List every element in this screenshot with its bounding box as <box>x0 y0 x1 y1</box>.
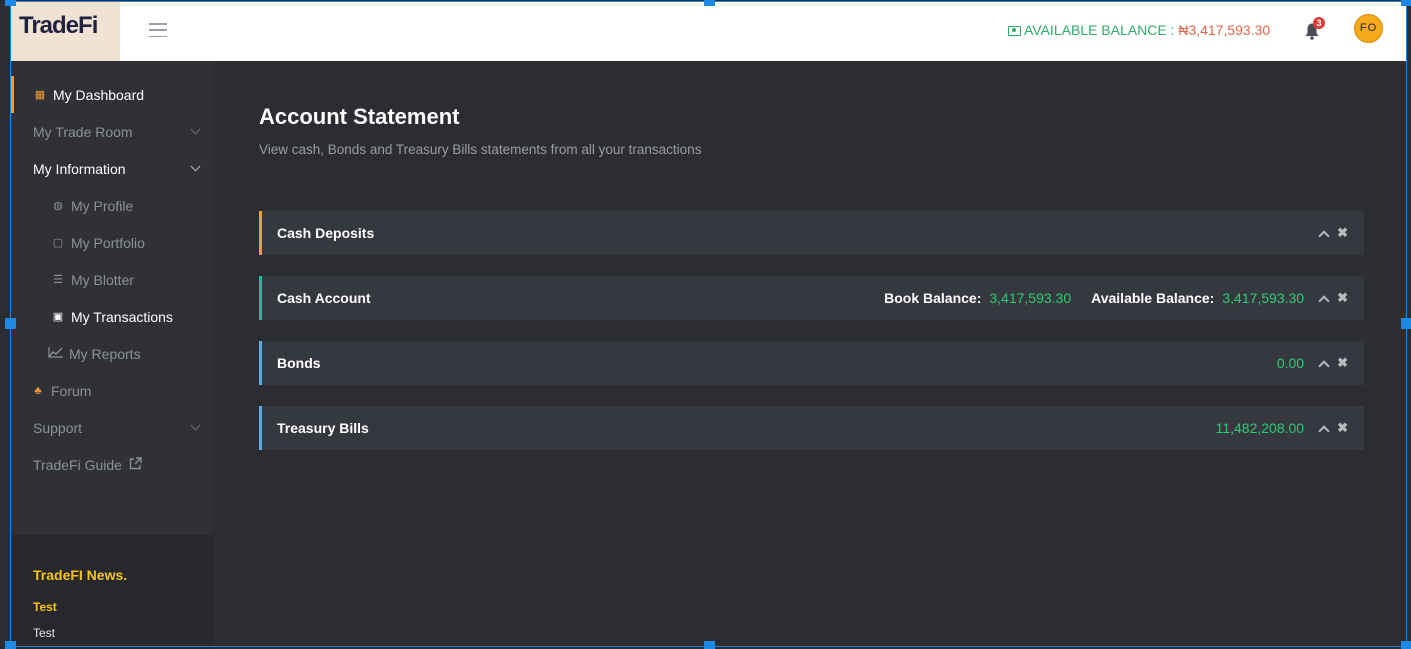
panel-title: Cash Deposits <box>277 225 375 241</box>
sidebar-item-portfolio[interactable]: ▢ My Portfolio <box>11 224 213 261</box>
sidebar-item-transactions[interactable]: ▣ My Transactions <box>11 298 213 335</box>
avatar[interactable]: FO <box>1354 14 1383 43</box>
sidebar-item-label: My Profile <box>71 197 134 214</box>
sidebar-item-label: Forum <box>51 382 92 399</box>
panel-treasury-bills[interactable]: Treasury Bills 11,482,208.00 ✖ <box>259 406 1364 450</box>
sidebar-item-blotter[interactable]: ☰ My Blotter <box>11 261 213 298</box>
close-icon[interactable]: ✖ <box>1337 225 1348 241</box>
chevron-down-icon <box>190 420 201 431</box>
balance-value: ₦3,417,593.30 <box>1178 22 1271 38</box>
panel-bonds[interactable]: Bonds 0.00 ✖ <box>259 341 1364 385</box>
close-icon[interactable]: ✖ <box>1337 290 1348 306</box>
panel-title: Treasury Bills <box>277 420 369 436</box>
panel-tools: ✖ <box>1304 225 1348 242</box>
news-panel: TradeFI News. Test Test <box>11 535 213 649</box>
available-balance-label: Available Balance: <box>1091 290 1215 306</box>
notification-bell-icon[interactable]: 3 <box>1305 17 1325 41</box>
resize-handle[interactable] <box>5 318 16 329</box>
panel-tools: 0.00 ✖ <box>1276 355 1348 372</box>
panel-cash-deposits[interactable]: Cash Deposits ✖ <box>259 211 1364 255</box>
cash-icon <box>1008 26 1021 36</box>
chevron-down-icon <box>190 124 201 135</box>
resize-handle[interactable] <box>1401 318 1411 329</box>
logo[interactable]: TradeFi <box>11 2 120 61</box>
sidebar-item-label: My Transactions <box>71 308 173 325</box>
external-link-icon <box>129 456 142 473</box>
panel-tools: Book Balance: 3,417,593.30 Available Bal… <box>884 290 1348 307</box>
resize-handle[interactable] <box>1401 641 1411 649</box>
sidebar-item-label: TradeFi Guide <box>33 456 122 473</box>
chevron-down-icon <box>190 161 201 172</box>
sidebar-item-label: My Blotter <box>71 271 135 288</box>
panel-title: Bonds <box>277 355 321 371</box>
collapse-icon[interactable] <box>1318 424 1330 437</box>
sidebar-item-label: Support <box>33 419 83 436</box>
collapse-icon[interactable] <box>1318 294 1330 307</box>
sidebar-item-label: My Trade Room <box>33 123 133 140</box>
sidebar-item-support[interactable]: Support <box>11 409 213 446</box>
main-content: Account Statement View cash, Bonds and T… <box>213 61 1406 649</box>
resize-handle[interactable] <box>5 0 16 6</box>
portfolio-icon: ▢ <box>52 237 64 249</box>
profile-icon: ◍ <box>53 200 63 212</box>
logo-text: TradeFi <box>19 12 98 39</box>
notification-badge: 3 <box>1313 17 1325 29</box>
panel-accent <box>259 211 262 255</box>
transactions-icon: ▣ <box>52 311 64 323</box>
news-item[interactable]: Test <box>33 600 57 614</box>
panel-accent <box>259 276 262 320</box>
dashboard-icon: ▦ <box>34 89 46 101</box>
sidebar-item-profile[interactable]: ◍ My Profile <box>11 187 213 224</box>
page-subtitle: View cash, Bonds and Treasury Bills stat… <box>259 142 702 157</box>
sidebar-item-trade-room[interactable]: My Trade Room <box>11 113 213 150</box>
sidebar-item-label: My Portfolio <box>71 234 145 251</box>
panel-accent <box>259 341 262 385</box>
collapse-icon[interactable] <box>1318 229 1330 242</box>
menu-toggle-icon[interactable] <box>149 23 167 37</box>
forum-icon: ♣ <box>34 384 42 397</box>
news-title: TradeFI News. <box>33 567 128 583</box>
chart-line-icon <box>47 346 65 361</box>
book-balance-label: Book Balance: <box>884 290 982 306</box>
panel-title: Cash Account <box>277 290 371 306</box>
top-navbar: TradeFi AVAILABLE BALANCE : ₦3,417,593.3… <box>11 2 1406 61</box>
close-icon[interactable]: ✖ <box>1337 355 1348 371</box>
page-title: Account Statement <box>259 104 460 129</box>
sidebar-item-label: My Dashboard <box>53 86 145 103</box>
news-item[interactable]: Test <box>33 626 55 640</box>
sidebar-item-tradefi-guide[interactable]: TradeFi Guide <box>11 446 213 483</box>
panel-cash-account[interactable]: Cash Account Book Balance: 3,417,593.30 … <box>259 276 1364 320</box>
balance-label: AVAILABLE BALANCE : <box>1024 22 1179 38</box>
panel-tools: 11,482,208.00 ✖ <box>1215 420 1348 437</box>
available-balance: AVAILABLE BALANCE : ₦3,417,593.30 <box>1008 22 1270 38</box>
blotter-icon: ☰ <box>53 274 63 286</box>
sidebar-item-reports[interactable]: My Reports <box>11 335 213 372</box>
close-icon[interactable]: ✖ <box>1337 420 1348 436</box>
sidebar-item-dashboard[interactable]: ▦ My Dashboard <box>11 76 213 113</box>
book-balance-value: 3,417,593.30 <box>989 290 1072 306</box>
available-balance-value: 3,417,593.30 <box>1222 290 1305 306</box>
sidebar-item-label: My Reports <box>69 345 141 362</box>
resize-handle[interactable] <box>704 0 715 6</box>
sidebar-item-label: My Information <box>33 160 126 177</box>
panel-accent <box>259 406 262 450</box>
resize-handle[interactable] <box>5 641 16 649</box>
sidebar-item-information[interactable]: My Information <box>11 150 213 187</box>
resize-handle[interactable] <box>704 641 715 649</box>
treasury-bills-value: 11,482,208.00 <box>1215 420 1305 436</box>
collapse-icon[interactable] <box>1318 359 1330 372</box>
sidebar-item-forum[interactable]: ♣ Forum <box>11 372 213 409</box>
resize-handle[interactable] <box>1401 0 1411 6</box>
bonds-value: 0.00 <box>1276 355 1305 371</box>
